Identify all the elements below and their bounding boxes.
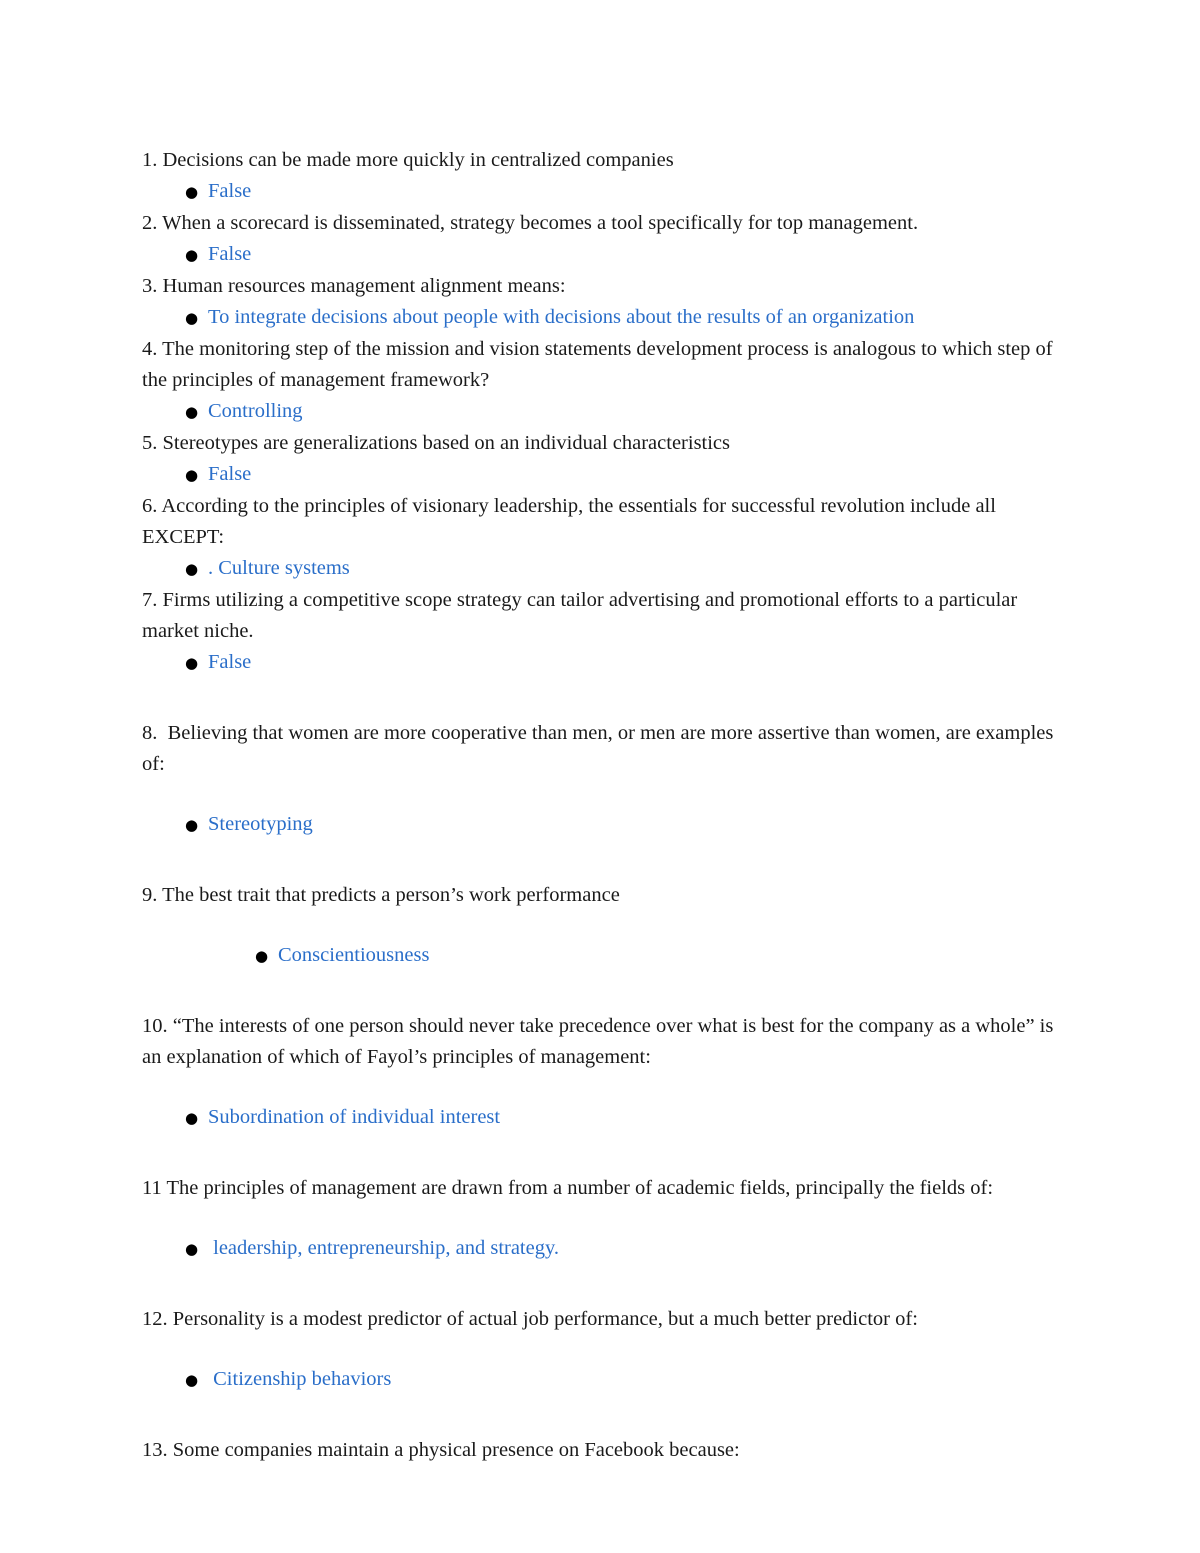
answer-text-9: Conscientiousness <box>278 944 430 966</box>
bullet-icon: ● <box>185 246 199 264</box>
bullet-icon: ● <box>185 654 199 672</box>
question-text-7: 7. Firms utilizing a competitive scope s… <box>142 589 1023 642</box>
bullet-icon: ● <box>255 947 269 965</box>
question-text-8: 8. Believing that women are more coopera… <box>142 722 1059 775</box>
bullet-icon: ● <box>185 560 199 578</box>
bullet-icon: ● <box>185 403 199 421</box>
question-text-5: 5. Stereotypes are generalizations based… <box>142 432 731 454</box>
question-block-3: 3. Human resources management alignment … <box>142 271 1055 334</box>
answer-text-10: Subordination of individual interest <box>208 1106 501 1128</box>
answer-row-6: ● . Culture systems <box>142 553 1055 585</box>
answer-text-6: . Culture systems <box>208 557 350 579</box>
question-answer-list: 1. Decisions can be made more quickly in… <box>142 145 1055 1466</box>
question-text-10: 10. “The interests of one person should … <box>142 1015 1059 1068</box>
answer-row-11: ● leadership, entrepreneurship, and stra… <box>142 1233 1055 1265</box>
answer-text-3: To integrate decisions about people with… <box>208 306 915 328</box>
question-block-2: 2. When a scorecard is disseminated, str… <box>142 208 1055 271</box>
answer-row-7: ● False <box>142 647 1055 679</box>
bullet-icon: ● <box>185 1109 199 1127</box>
question-block-9: 9. The best trait that predicts a person… <box>142 880 1055 972</box>
question-text-13: 13. Some companies maintain a physical p… <box>142 1439 740 1461</box>
question-text-3: 3. Human resources management alignment … <box>142 275 566 297</box>
answer-row-5: ● False <box>142 459 1055 491</box>
answer-row-8: ● Stereotyping <box>142 809 1055 841</box>
question-text-6: 6. According to the principles of vision… <box>142 495 1002 548</box>
answer-text-8: Stereotyping <box>208 813 313 835</box>
answer-row-12: ● Citizenship behaviors <box>142 1364 1055 1396</box>
bullet-icon: ● <box>185 183 199 201</box>
question-block-11: 11 The principles of management are draw… <box>142 1173 1055 1265</box>
bullet-icon: ● <box>185 466 199 484</box>
bullet-icon: ● <box>185 1240 199 1258</box>
question-block-12: 12. Personality is a modest predictor of… <box>142 1304 1055 1396</box>
question-block-6: 6. According to the principles of vision… <box>142 491 1055 585</box>
answer-text-7: False <box>208 651 252 673</box>
question-text-11: 11 The principles of management are draw… <box>142 1177 994 1199</box>
answer-row-2: ● False <box>142 239 1055 271</box>
question-block-1: 1. Decisions can be made more quickly in… <box>142 145 1055 208</box>
question-block-13: 13. Some companies maintain a physical p… <box>142 1435 1055 1466</box>
document-page: 1. Decisions can be made more quickly in… <box>0 0 1200 1553</box>
answer-row-1: ● False <box>142 176 1055 208</box>
question-block-7: 7. Firms utilizing a competitive scope s… <box>142 585 1055 679</box>
question-block-8: 8. Believing that women are more coopera… <box>142 718 1055 841</box>
answer-text-4: Controlling <box>208 400 303 422</box>
question-text-4: 4. The monitoring step of the mission an… <box>142 338 1058 391</box>
question-text-2: 2. When a scorecard is disseminated, str… <box>142 212 919 234</box>
question-block-4: 4. The monitoring step of the mission an… <box>142 334 1055 428</box>
question-block-5: 5. Stereotypes are generalizations based… <box>142 428 1055 491</box>
answer-text-11: leadership, entrepreneurship, and strate… <box>208 1237 560 1259</box>
answer-text-1: False <box>208 180 252 202</box>
answer-row-10: ● Subordination of individual interest <box>142 1102 1055 1134</box>
bullet-icon: ● <box>185 1371 199 1389</box>
answer-row-3: ● To integrate decisions about people wi… <box>142 302 1055 334</box>
answer-row-9: ● Conscientiousness <box>142 940 1055 972</box>
answer-row-4: ● Controlling <box>142 396 1055 428</box>
question-block-10: 10. “The interests of one person should … <box>142 1011 1055 1134</box>
bullet-icon: ● <box>185 816 199 834</box>
answer-text-2: False <box>208 243 252 265</box>
answer-text-5: False <box>208 463 252 485</box>
question-text-12: 12. Personality is a modest predictor of… <box>142 1308 918 1330</box>
question-text-9: 9. The best trait that predicts a person… <box>142 884 620 906</box>
question-text-1: 1. Decisions can be made more quickly in… <box>142 149 674 171</box>
bullet-icon: ● <box>185 309 199 327</box>
answer-text-12: Citizenship behaviors <box>208 1368 392 1390</box>
